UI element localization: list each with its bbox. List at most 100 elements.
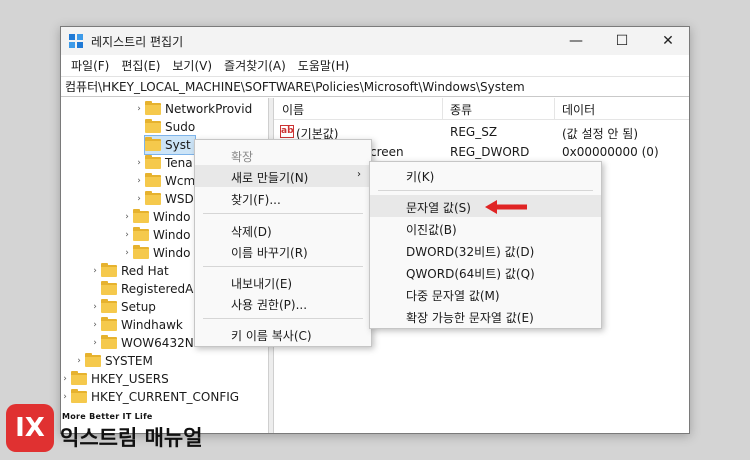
submenu-item-multi-string-value[interactable]: 다중 문자열 값(M) [370,283,601,305]
tree-item[interactable]: › NetworkProvid [133,100,252,118]
list-header: 이름 종류 데이터 [274,98,689,120]
chevron-right-icon[interactable]: › [61,374,71,384]
folder-icon [101,335,117,349]
tree-item[interactable]: Sudo [133,118,195,136]
folder-icon [71,371,87,385]
value-type: REG_DWORD [450,145,530,159]
red-arrow-icon [485,200,527,214]
submenu-item-binary-value[interactable]: 이진값(B) [370,217,601,239]
tree-item[interactable]: › Red Hat [89,262,169,280]
chevron-right-icon[interactable]: › [89,320,101,330]
tree-item[interactable]: › SYSTEM [73,352,153,370]
column-divider [442,98,443,120]
submenu-item-key[interactable]: 키(K) [370,164,601,186]
tree-item-label: Windo [153,246,191,260]
value-name: creen [370,145,404,159]
menu-item-label: 다중 문자열 값(M) [406,289,500,303]
tree-item[interactable]: › Tena [133,154,193,172]
folder-icon [85,353,101,367]
menu-item-label: 이름 바꾸기(R) [231,246,308,260]
menu-item-label: 새로 만들기(N) [231,171,309,185]
folder-icon [101,299,117,313]
menu-item-permissions[interactable]: 사용 권한(P)... [195,292,371,314]
tree-item-selected[interactable]: Syst [144,135,196,155]
chevron-right-icon[interactable]: › [133,104,145,114]
menu-separator [203,318,363,319]
chevron-right-icon[interactable]: › [133,176,145,186]
address-bar[interactable]: 컴퓨터\HKEY_LOCAL_MACHINE\SOFTWARE\Policies… [61,76,689,97]
menu-edit[interactable]: 편집(E) [115,57,166,74]
menu-item-label: 찾기(F)... [231,193,281,207]
chevron-right-icon[interactable]: › [121,212,133,222]
string-value-icon: ab [280,125,294,138]
chevron-right-icon[interactable]: › [89,266,101,276]
column-divider [554,98,555,120]
tree-item[interactable]: › Windhawk [89,316,183,334]
menu-separator [203,266,363,267]
menu-item-label: 이진값(B) [406,223,457,237]
menu-item-export[interactable]: 내보내기(E) [195,271,371,293]
chevron-right-icon[interactable]: › [61,392,71,402]
folder-icon [133,227,149,241]
watermark-tagline: More Better IT Life [62,412,153,421]
submenu-item-qword-value[interactable]: QWORD(64비트) 값(Q) [370,261,601,283]
menu-view[interactable]: 보기(V) [166,57,218,74]
chevron-right-icon[interactable]: › [121,230,133,240]
tree-item[interactable]: › Setup [89,298,156,316]
submenu-item-expandable-string-value[interactable]: 확장 가능한 문자열 값(E) [370,305,601,327]
folder-icon [71,389,87,403]
minimize-button[interactable]: — [553,27,599,55]
menu-item-label: DWORD(32비트) 값(D) [406,245,535,259]
menu-item-new[interactable]: 새로 만들기(N) › [195,165,371,187]
chevron-right-icon[interactable]: › [73,356,85,366]
column-type[interactable]: 종류 [450,101,472,118]
tree-item[interactable]: › HKEY_USERS [61,370,169,388]
tree-item[interactable]: › WSD [133,190,194,208]
menu-item-label: 키(K) [406,170,435,184]
menu-item-rename[interactable]: 이름 바꾸기(R) [195,240,371,262]
menu-item-label: QWORD(64비트) 값(Q) [406,267,535,281]
menu-help[interactable]: 도움말(H) [292,57,356,74]
folder-icon [133,209,149,223]
menu-item-delete[interactable]: 삭제(D) [195,219,371,241]
chevron-right-icon[interactable]: › [89,302,101,312]
menu-item-label: 키 이름 복사(C) [231,329,312,343]
menu-item-label: 내보내기(E) [231,277,293,291]
tree-item[interactable]: › Wcm [133,172,195,190]
folder-icon [145,119,161,133]
chevron-right-icon[interactable]: › [121,248,133,258]
window-title: 레지스트리 편집기 [91,35,184,49]
tree-item[interactable]: › WOW6432No [89,334,201,352]
chevron-right-icon[interactable]: › [133,158,145,168]
folder-icon [101,281,117,295]
tree-item[interactable]: › Windo [121,244,191,262]
close-button[interactable]: ✕ [645,27,689,55]
chevron-right-icon[interactable]: › [89,338,101,348]
folder-icon [145,101,161,115]
column-data[interactable]: 데이터 [562,101,595,118]
tree-item[interactable]: › HKEY_CURRENT_CONFIG [61,388,239,406]
value-data: (값 설정 안 됨) [562,127,639,141]
tree-item-label: Windhawk [121,318,183,332]
menu-item-label: 확장 가능한 문자열 값(E) [406,311,534,325]
menu-item-label: 확장 [231,150,254,164]
tree-item[interactable]: › Windo [121,208,191,226]
watermark-name: 익스트림 매뉴얼 [60,426,203,450]
maximize-button[interactable]: ☐ [599,27,645,55]
tree-item-label: Sudo [165,120,196,134]
menu-item-find[interactable]: 찾기(F)... [195,187,371,209]
menu-file[interactable]: 파일(F) [65,57,115,74]
tree-item-label: HKEY_CURRENT_CONFIG [91,390,240,404]
registry-app-icon [69,34,83,48]
tree-item-label: Tena [165,156,193,170]
tree-item[interactable]: RegisteredAp [89,280,201,298]
submenu-item-dword-value[interactable]: DWORD(32비트) 값(D) [370,239,601,261]
tree-item-label: WOW6432No [121,336,202,350]
chevron-right-icon[interactable]: › [133,194,145,204]
new-submenu: 키(K) 문자열 값(S) 이진값(B) DWORD(32비트) 값(D) QW… [369,161,602,329]
tree-item[interactable]: › Windo [121,226,191,244]
column-name[interactable]: 이름 [282,101,304,118]
menu-item-copy-key-name[interactable]: 키 이름 복사(C) [195,323,371,345]
context-menu: 확장 새로 만들기(N) › 찾기(F)... 삭제(D) 이름 바꾸기(R) 내… [194,139,372,347]
menu-favorites[interactable]: 즐겨찾기(A) [218,57,292,74]
